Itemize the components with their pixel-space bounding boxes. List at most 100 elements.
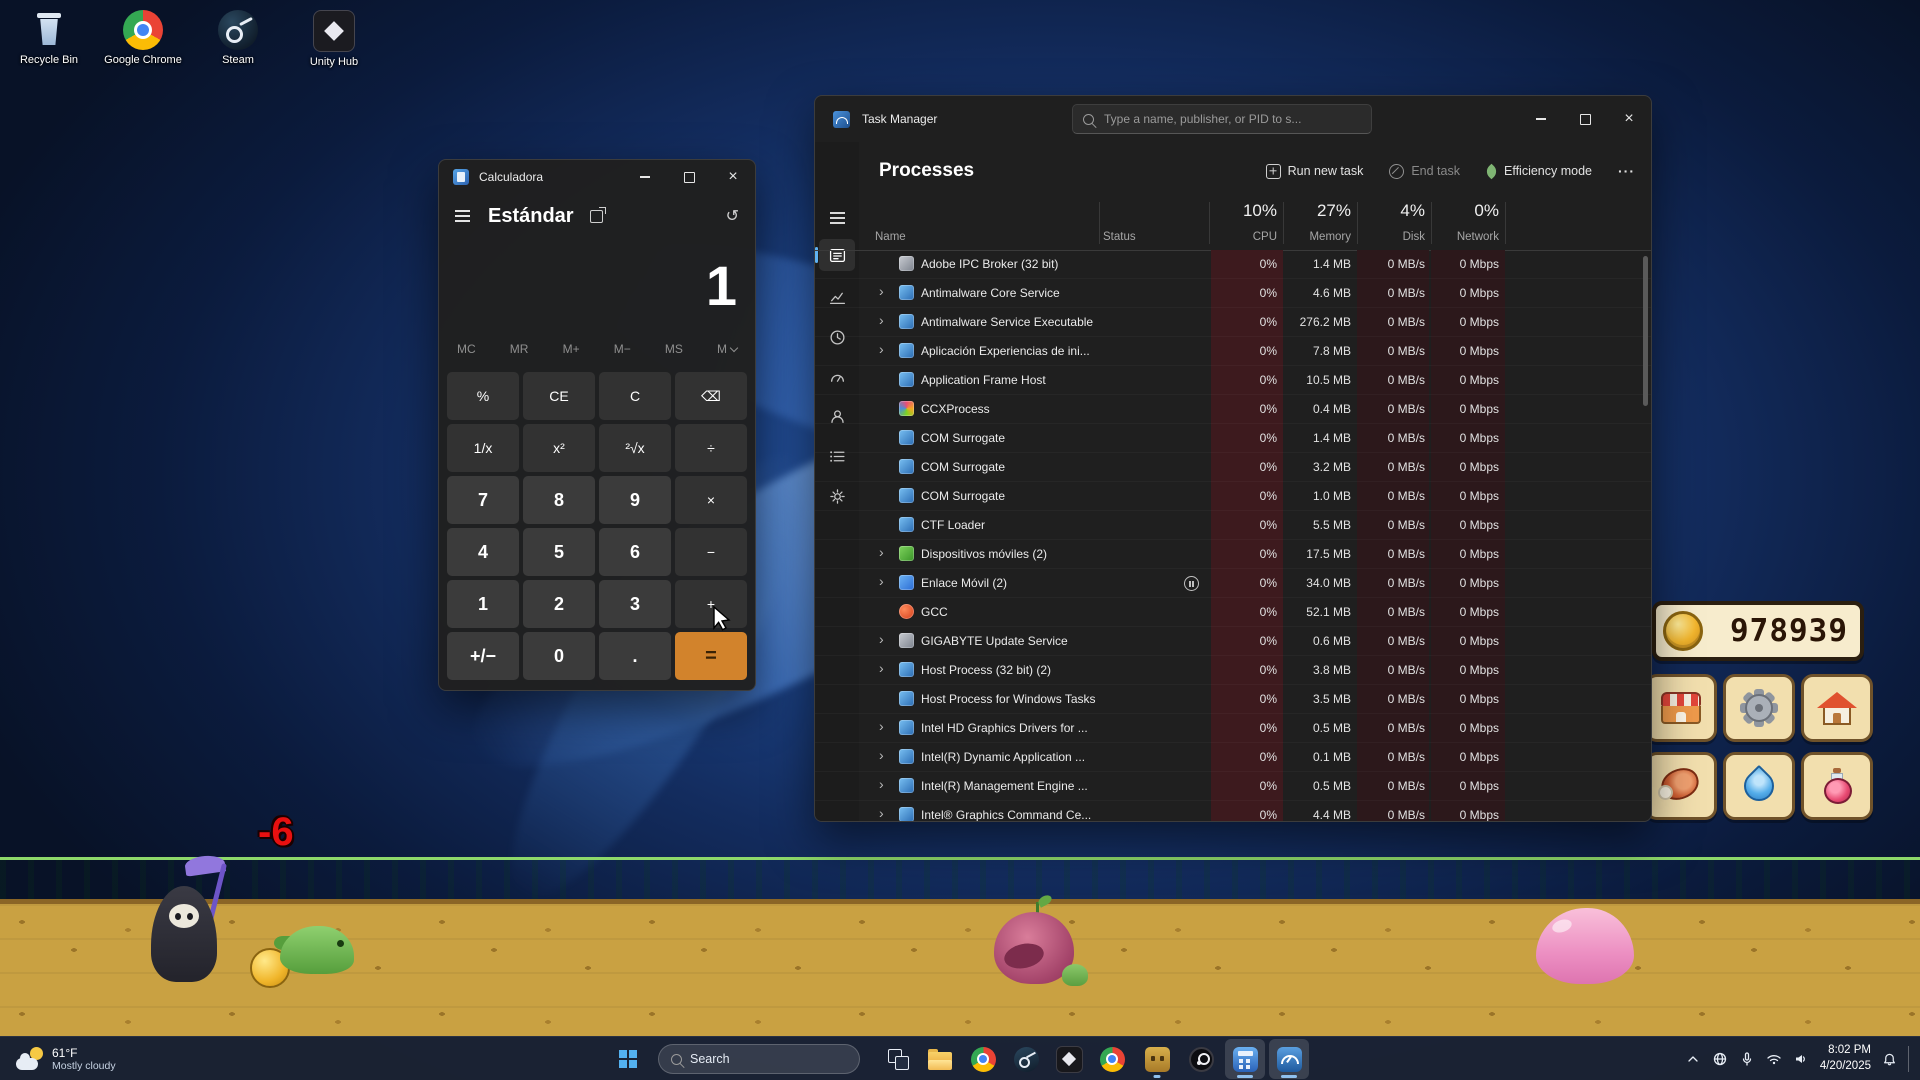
tm-minimize-button[interactable] [1519,96,1563,142]
table-row[interactable]: COM Surrogate 0% 1.4 MB 0 MB/s 0 Mbps [815,424,1651,453]
table-row[interactable]: Intel HD Graphics Drivers for ... 0% 0.5… [815,714,1651,743]
tray-chevron-up-icon[interactable] [1685,1051,1701,1067]
expand-chevron-icon[interactable] [879,631,891,647]
add-button[interactable]: + [675,580,747,628]
divide-button[interactable]: ÷ [675,424,747,472]
calc-maximize-button[interactable] [667,160,711,194]
column-header-name[interactable]: Name [875,231,906,243]
more-options-button[interactable]: ··· [1618,163,1635,179]
column-header-network[interactable]: Network [1433,231,1499,243]
task-manager-taskbar-button[interactable] [1269,1039,1309,1079]
equals-button[interactable]: = [675,632,747,680]
memory-add-button[interactable]: M+ [563,342,580,356]
hamburger-menu-icon[interactable] [455,210,470,222]
end-task-button[interactable]: End task [1389,164,1460,179]
backspace-button[interactable]: ⌫ [675,372,747,420]
table-row[interactable]: COM Surrogate 0% 1.0 MB 0 MB/s 0 Mbps [815,482,1651,511]
reciprocal-button[interactable]: 1/x [447,424,519,472]
table-row[interactable]: Host Process for Windows Tasks 0% 3.5 MB… [815,685,1651,714]
scrollbar-thumb[interactable] [1643,256,1648,406]
column-header-status[interactable]: Status [1103,231,1136,243]
slime-pet-sprite[interactable] [1536,908,1634,984]
column-header-disk[interactable]: Disk [1359,231,1425,243]
chrome-taskbar-button[interactable] [963,1039,1003,1079]
home-button[interactable] [1801,674,1873,742]
file-explorer-button[interactable] [920,1039,960,1079]
table-row[interactable]: Antimalware Core Service 0% 4.6 MB 0 MB/… [815,279,1651,308]
efficiency-mode-button[interactable]: Efficiency mode [1486,164,1592,178]
table-row[interactable]: COM Surrogate 0% 3.2 MB 0 MB/s 0 Mbps [815,453,1651,482]
subtract-button[interactable]: − [675,528,747,576]
tray-network-icon[interactable] [1712,1051,1728,1067]
table-row[interactable]: CCXProcess 0% 0.4 MB 0 MB/s 0 Mbps [815,395,1651,424]
table-row[interactable]: Intel® Graphics Command Ce... 0% 4.4 MB … [815,801,1651,821]
desktop-icon-recycle-bin[interactable]: Recycle Bin [9,10,89,66]
task-manager-search-input[interactable] [1102,111,1361,127]
expand-chevron-icon[interactable] [879,312,891,328]
expand-chevron-icon[interactable] [879,283,891,299]
potion-button[interactable] [1801,752,1873,820]
steam-taskbar-button[interactable] [1006,1039,1046,1079]
expand-chevron-icon[interactable] [879,544,891,560]
digit-8-button[interactable]: 8 [523,476,595,524]
chrome-taskbar-button-2[interactable] [1092,1039,1132,1079]
expand-chevron-icon[interactable] [879,718,891,734]
meat-button[interactable] [1645,752,1717,820]
desktop-icon-unity-hub[interactable]: Unity Hub [294,10,374,68]
task-manager-search[interactable] [1072,104,1372,134]
show-desktop-button[interactable] [1908,1046,1912,1072]
table-row[interactable]: GIGABYTE Update Service 0% 0.6 MB 0 MB/s… [815,627,1651,656]
task-view-button[interactable] [878,1039,918,1079]
clear-entry-button[interactable]: CE [523,372,595,420]
tm-maximize-button[interactable] [1563,96,1607,142]
calc-minimize-button[interactable] [623,160,667,194]
water-button[interactable] [1723,752,1795,820]
green-pet-sprite[interactable] [280,916,360,978]
desktop-icon-steam[interactable]: Steam [198,10,278,66]
tray-volume-icon[interactable] [1793,1051,1809,1067]
tray-mic-icon[interactable] [1739,1051,1755,1067]
digit-4-button[interactable]: 4 [447,528,519,576]
digit-3-button[interactable]: 3 [599,580,671,628]
taskbar-search[interactable]: Search [658,1044,860,1074]
unity-taskbar-button[interactable] [1049,1039,1089,1079]
decimal-button[interactable]: . [599,632,671,680]
digit-6-button[interactable]: 6 [599,528,671,576]
keep-on-top-icon[interactable] [590,210,603,223]
history-icon[interactable] [726,206,739,226]
run-new-task-button[interactable]: Run new task [1266,164,1364,179]
memory-recall-button[interactable]: MR [510,342,529,356]
table-row[interactable]: CTF Loader 0% 5.5 MB 0 MB/s 0 Mbps [815,511,1651,540]
pet-game-taskbar-button[interactable] [1137,1039,1177,1079]
digit-9-button[interactable]: 9 [599,476,671,524]
tray-wifi-icon[interactable] [1766,1051,1782,1067]
clear-button[interactable]: C [599,372,671,420]
square-button[interactable]: x² [523,424,595,472]
table-row[interactable]: Application Frame Host 0% 10.5 MB 0 MB/s… [815,366,1651,395]
memory-clear-button[interactable]: MC [457,342,476,356]
table-row[interactable]: GCC 0% 52.1 MB 0 MB/s 0 Mbps [815,598,1651,627]
memory-store-button[interactable]: MS [665,342,683,356]
start-button[interactable] [608,1039,648,1079]
table-row[interactable]: Antimalware Service Executable 0% 276.2 … [815,308,1651,337]
expand-chevron-icon[interactable] [879,660,891,676]
table-row[interactable]: Adobe IPC Broker (32 bit) 0% 1.4 MB 0 MB… [815,250,1651,279]
percent-button[interactable]: % [447,372,519,420]
expand-chevron-icon[interactable] [879,747,891,763]
task-manager-titlebar[interactable]: Task Manager [815,96,1651,142]
table-row[interactable]: Intel(R) Dynamic Application ... 0% 0.1 … [815,743,1651,772]
multiply-button[interactable]: × [675,476,747,524]
expand-chevron-icon[interactable] [879,341,891,357]
desktop-icon-google-chrome[interactable]: Google Chrome [103,10,183,66]
calc-close-button[interactable] [711,160,755,194]
column-header-memory[interactable]: Memory [1285,231,1351,243]
calculator-taskbar-button[interactable] [1225,1039,1265,1079]
digit-2-button[interactable]: 2 [523,580,595,628]
digit-7-button[interactable]: 7 [447,476,519,524]
bird-pet-sprite[interactable] [990,906,1082,988]
plus-minus-button[interactable]: +/− [447,632,519,680]
weather-widget[interactable]: 61°F Mostly cloudy [8,1037,124,1080]
digit-1-button[interactable]: 1 [447,580,519,628]
calculator-titlebar[interactable]: Calculadora [439,160,755,194]
notification-bell-icon[interactable] [1882,1052,1897,1067]
